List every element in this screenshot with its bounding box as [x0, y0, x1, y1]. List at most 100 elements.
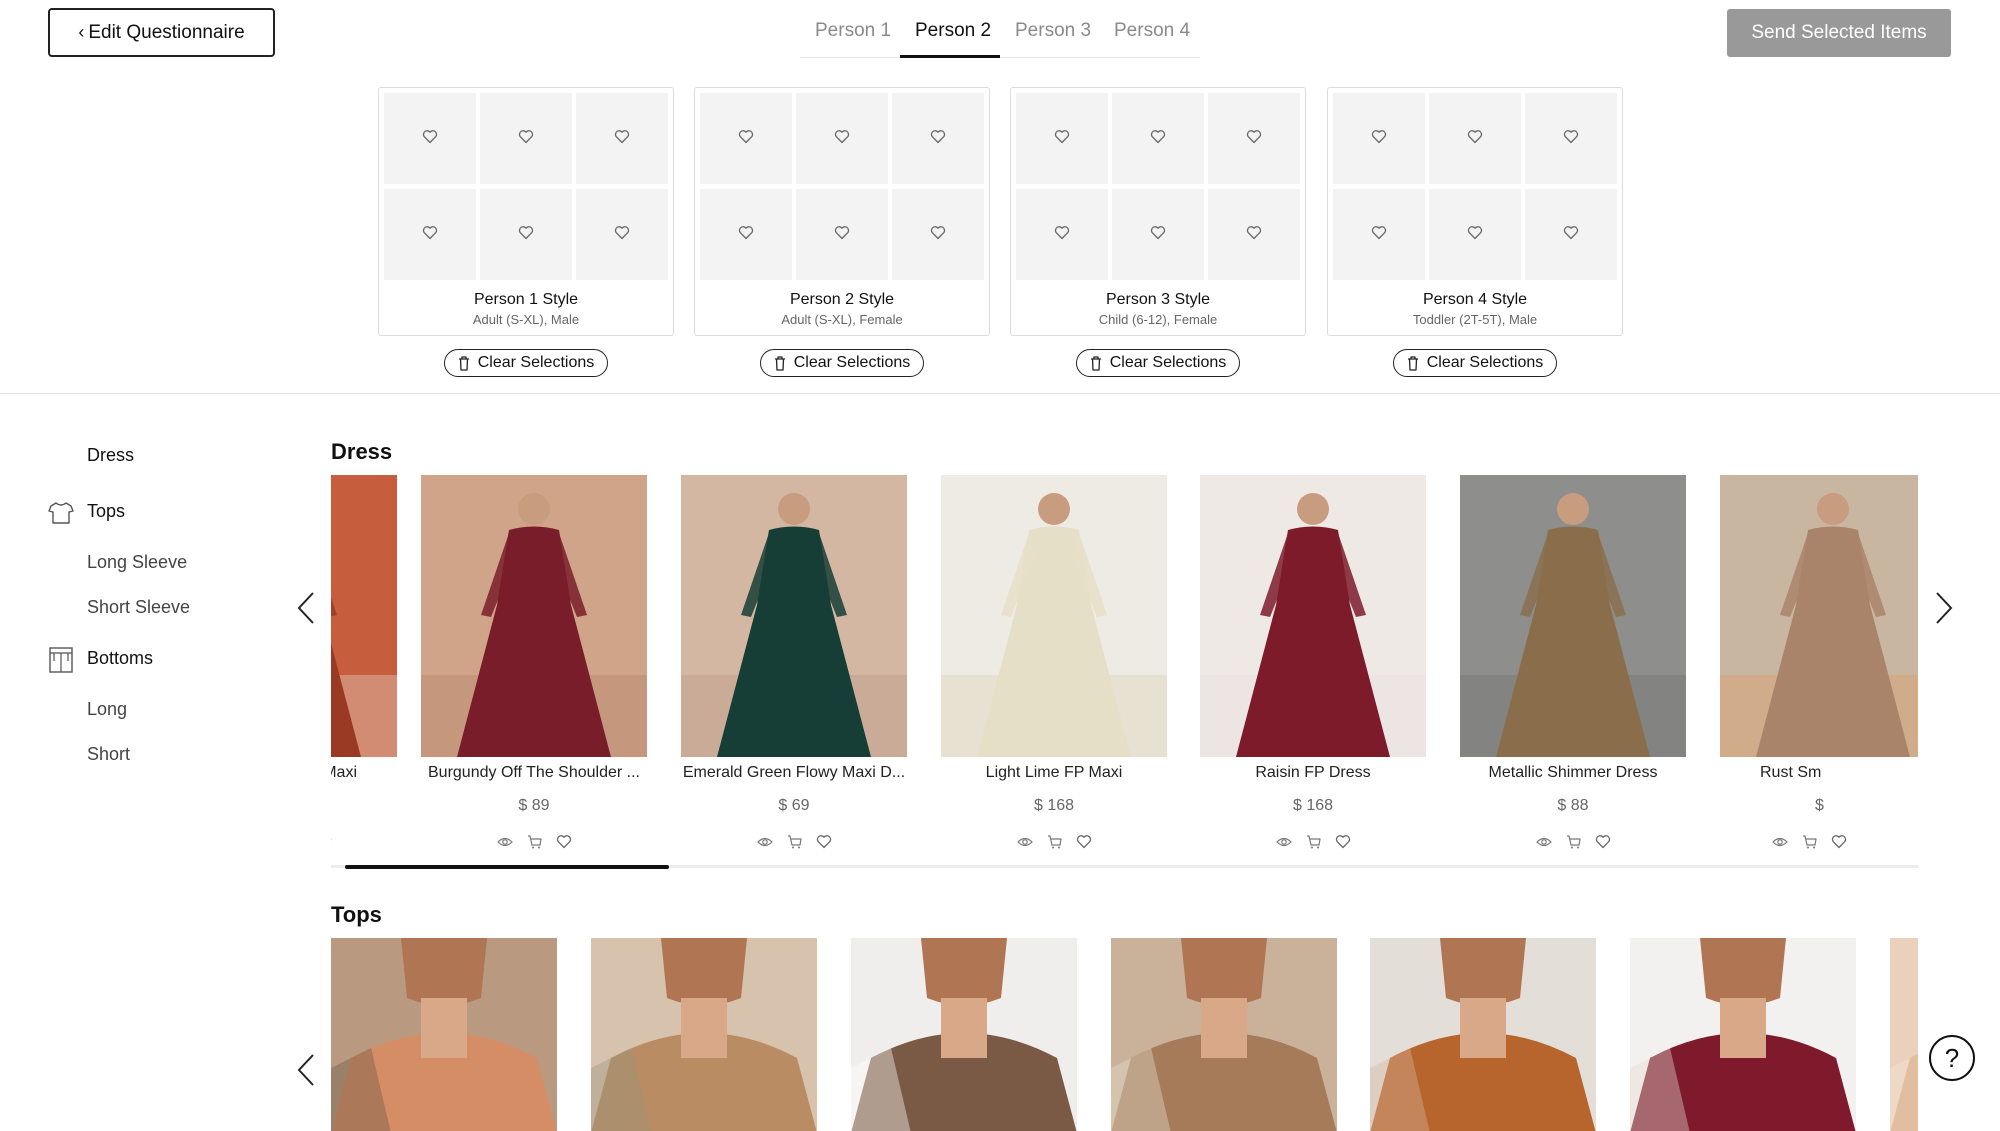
product-image[interactable] [1200, 475, 1426, 757]
edit-questionnaire-label: Edit Questionnaire [88, 21, 245, 43]
clear-selections-button[interactable]: Clear Selections [1393, 349, 1557, 377]
style-slot[interactable] [1208, 189, 1300, 280]
product-name: Metallic Shimmer Dress [1488, 764, 1658, 781]
style-slot[interactable] [1112, 93, 1204, 184]
style-slot[interactable] [892, 189, 984, 280]
product-image[interactable] [1460, 475, 1686, 757]
person-style-title: Person 1 Style [473, 291, 579, 308]
tab-person-3[interactable]: Person 3 [1015, 20, 1091, 42]
pants-icon [49, 647, 73, 673]
scrollbar-thumb[interactable] [345, 865, 669, 869]
heart-icon [422, 129, 438, 149]
chevron-left-icon[interactable] [295, 590, 317, 626]
sidebar-item-bottoms[interactable]: Bottoms [87, 648, 153, 669]
chevron-left-icon[interactable] [295, 1052, 317, 1088]
cart-icon[interactable] [1047, 834, 1062, 849]
style-slot[interactable] [1525, 93, 1617, 184]
heart-icon [518, 225, 534, 245]
eye-icon[interactable] [1535, 836, 1552, 848]
sidebar-item-short[interactable]: Short [87, 744, 130, 765]
tab-person-2[interactable]: Person 2 [915, 20, 991, 42]
product-image[interactable] [681, 475, 907, 757]
send-selected-items-button[interactable]: Send Selected Items [1727, 9, 1951, 57]
heart-icon [614, 225, 630, 245]
sidebar-item-dress[interactable]: Dress [87, 445, 134, 466]
sidebar-item-long-sleeve[interactable]: Long Sleeve [87, 552, 187, 573]
eye-icon[interactable] [756, 836, 773, 848]
heart-icon[interactable] [1335, 834, 1351, 849]
style-slot[interactable] [892, 93, 984, 184]
style-slot[interactable] [576, 189, 668, 280]
style-slot[interactable] [700, 189, 792, 280]
person-style-card: Person 1 Style Adult (S-XL), Male [378, 87, 674, 336]
clear-selections-button[interactable]: Clear Selections [760, 349, 924, 377]
style-slot[interactable] [1016, 189, 1108, 280]
heart-icon[interactable] [331, 834, 332, 849]
style-slot[interactable] [384, 93, 476, 184]
eye-icon[interactable] [1772, 836, 1788, 848]
dress-carousel-scrollbar[interactable] [331, 865, 1918, 869]
product-image[interactable] [1630, 938, 1856, 1131]
cart-icon[interactable] [527, 834, 542, 849]
style-slot[interactable] [796, 189, 888, 280]
product-image[interactable] [851, 938, 1077, 1131]
cart-icon[interactable] [1566, 834, 1581, 849]
product-image[interactable] [1370, 938, 1596, 1131]
style-slot[interactable] [480, 189, 572, 280]
tab-person-1[interactable]: Person 1 [815, 20, 891, 42]
style-slot[interactable] [1525, 189, 1617, 280]
style-slot[interactable] [1016, 93, 1108, 184]
heart-icon [1054, 225, 1070, 245]
heart-icon [1563, 225, 1579, 245]
product-image[interactable] [1890, 938, 1918, 1131]
sidebar-item-tops[interactable]: Tops [87, 501, 125, 522]
product-image[interactable] [331, 475, 397, 757]
sidebar-item-long[interactable]: Long [87, 699, 127, 720]
product-image[interactable] [421, 475, 647, 757]
heart-icon [738, 225, 754, 245]
cart-icon[interactable] [1802, 834, 1817, 849]
style-slot[interactable] [700, 93, 792, 184]
product-image[interactable] [1720, 475, 1918, 757]
heart-icon[interactable] [1831, 834, 1847, 849]
style-slot[interactable] [1333, 93, 1425, 184]
style-slot[interactable] [480, 93, 572, 184]
clear-selections-button[interactable]: Clear Selections [1076, 349, 1240, 377]
heart-icon[interactable] [1595, 834, 1611, 849]
edit-questionnaire-button[interactable]: ‹ Edit Questionnaire [48, 8, 275, 57]
clear-selections-label: Clear Selections [1109, 354, 1227, 371]
product-image[interactable] [941, 475, 1167, 757]
style-slot[interactable] [576, 93, 668, 184]
style-slot[interactable] [1429, 189, 1521, 280]
chevron-right-icon[interactable] [1933, 590, 1955, 626]
clear-selections-button[interactable]: Clear Selections [444, 349, 608, 377]
style-slot[interactable] [1333, 189, 1425, 280]
product-image[interactable] [591, 938, 817, 1131]
heart-icon[interactable] [1076, 834, 1092, 849]
heart-icon [930, 129, 946, 149]
style-slot[interactable] [1429, 93, 1521, 184]
tab-person-4[interactable]: Person 4 [1114, 20, 1190, 42]
heart-icon [518, 129, 534, 149]
eye-icon[interactable] [1275, 836, 1292, 848]
help-button[interactable]: ? [1929, 1035, 1975, 1081]
heart-icon[interactable] [816, 834, 832, 849]
person-style-title: Person 4 Style [1422, 291, 1528, 308]
person-style-subtitle: Toddler (2T-5T), Male [1412, 312, 1538, 327]
style-slot[interactable] [796, 93, 888, 184]
heart-icon[interactable] [556, 834, 572, 849]
heart-icon [614, 129, 630, 149]
heart-icon [422, 225, 438, 245]
eye-icon[interactable] [1016, 836, 1033, 848]
person-style-subtitle: Adult (S-XL), Male [472, 312, 580, 327]
cart-icon[interactable] [787, 834, 802, 849]
style-slot[interactable] [384, 189, 476, 280]
person-style-title: Person 3 Style [1105, 291, 1211, 308]
product-image[interactable] [331, 938, 557, 1131]
eye-icon[interactable] [496, 836, 513, 848]
style-slot[interactable] [1112, 189, 1204, 280]
product-image[interactable] [1111, 938, 1337, 1131]
style-slot[interactable] [1208, 93, 1300, 184]
cart-icon[interactable] [1306, 834, 1321, 849]
sidebar-item-short-sleeve[interactable]: Short Sleeve [87, 597, 190, 618]
